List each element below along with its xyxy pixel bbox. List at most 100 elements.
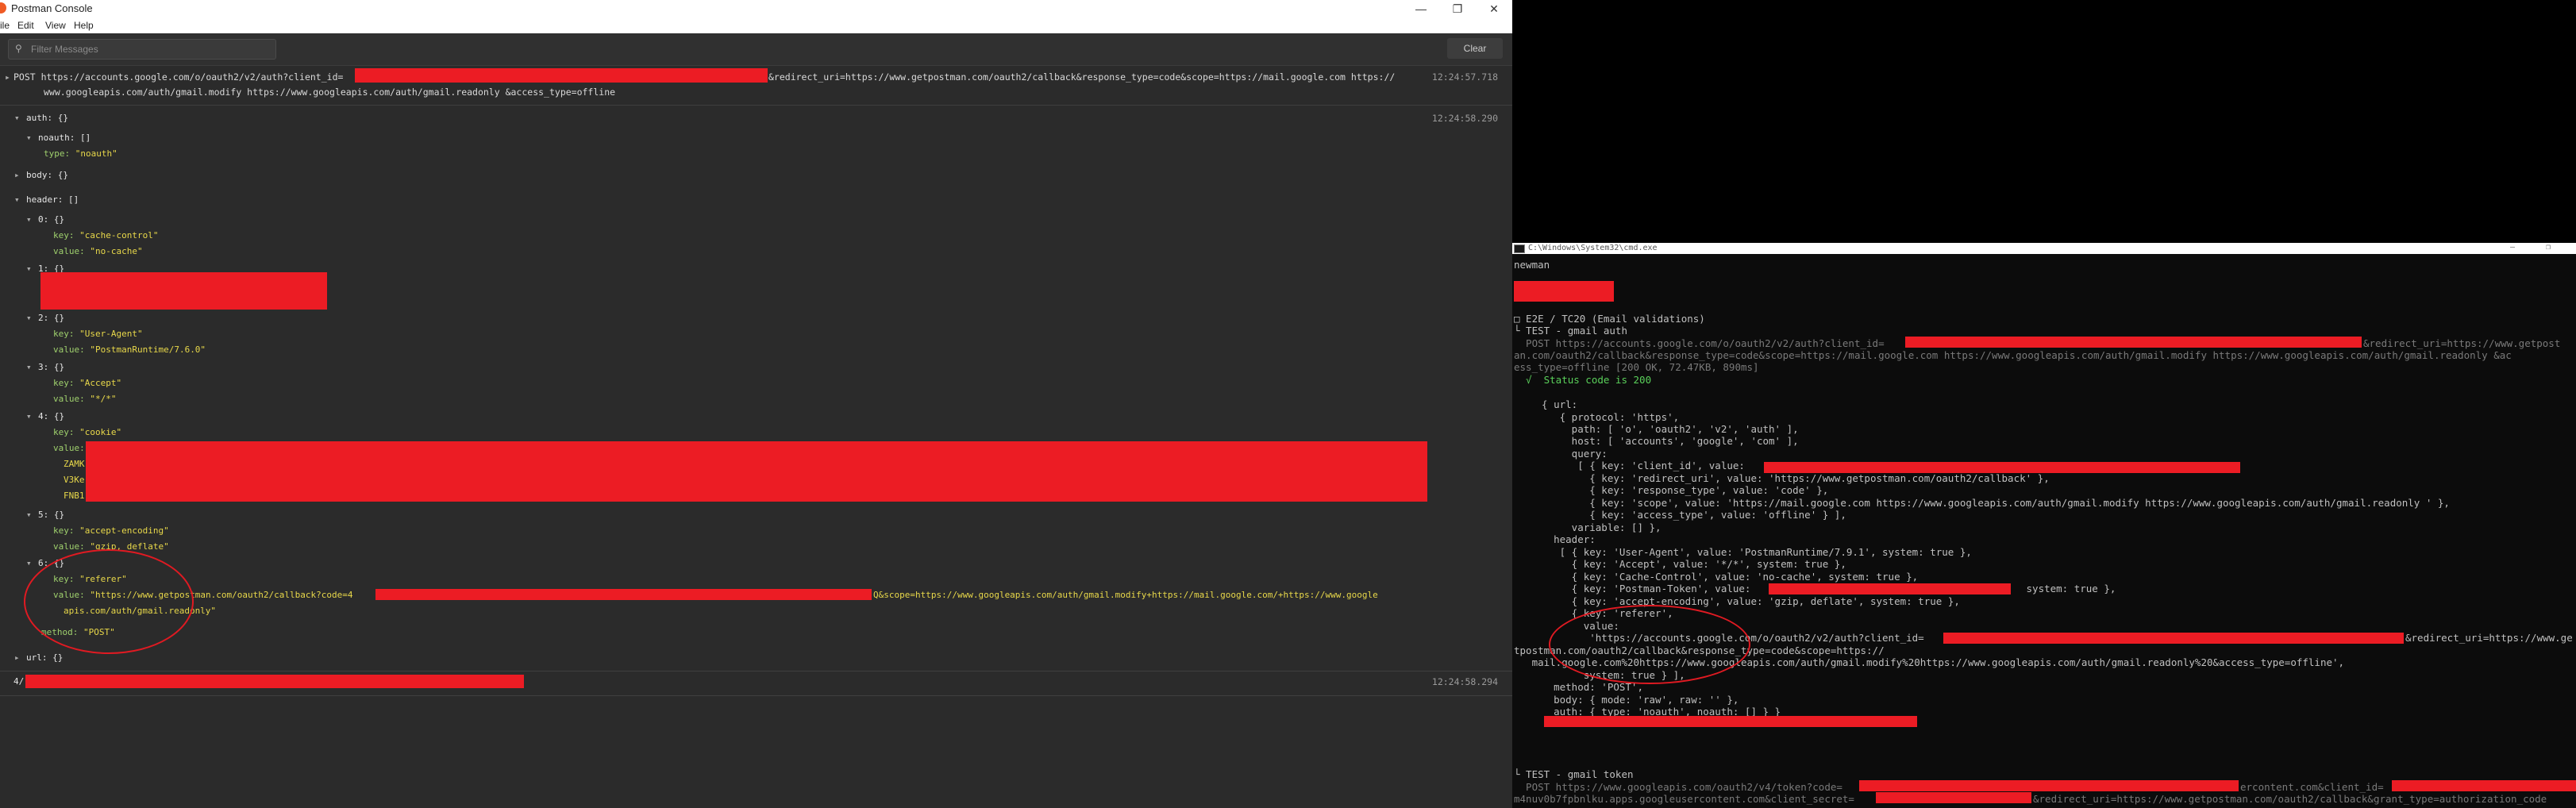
header-4-key: key: "cookie" (53, 427, 121, 437)
postman-console-window: Postman Console — ❐ ✕ ile Edit View Help… (0, 0, 1512, 808)
tree-header-0[interactable]: 0: {} (38, 214, 64, 225)
cmd-icon (1514, 244, 1525, 253)
value-label: value: (53, 344, 90, 355)
redacted-block (1859, 780, 2239, 791)
console-line: ercontent.com&client_id= (2240, 781, 2384, 793)
divider (0, 105, 1512, 106)
restore-button[interactable]: ❐ (1439, 0, 1476, 17)
value: "User-Agent" (79, 329, 143, 339)
console-line: { key: 'Cache-Control', value: 'no-cache… (1530, 571, 1919, 583)
console-line: POST https://accounts.google.com/o/oauth… (1514, 337, 1885, 349)
collapse-arrow-icon[interactable]: ▾ (14, 194, 20, 205)
tree-auth[interactable]: auth: {} (26, 113, 68, 123)
expand-arrow-icon[interactable]: ▸ (14, 652, 20, 663)
console-line: { protocol: 'https', (1530, 411, 1680, 423)
header-5-key: key: "accept-encoding" (53, 525, 169, 536)
cookie-fragment: FNB1 (64, 491, 85, 501)
log-entry-last[interactable]: 4/ (13, 676, 24, 687)
menu-view[interactable]: View (45, 20, 66, 31)
console-line: └ TEST - gmail auth (1514, 325, 1627, 337)
console-line: { key: 'redirect_uri', value: 'https://w… (1530, 472, 2050, 484)
key-label: key: (53, 427, 80, 437)
postman-logo-icon (0, 2, 6, 13)
value: "accept-encoding" (79, 525, 169, 536)
console-line: √ Status code is 200 (1514, 374, 1652, 386)
console-line: body: { mode: 'raw', raw: '' }, (1530, 694, 1739, 706)
close-button[interactable]: ✕ (1476, 0, 1512, 17)
request-line-1b: &redirect_uri=https://www.getpostman.com… (768, 71, 1396, 83)
menu-help[interactable]: Help (74, 20, 94, 31)
redacted-block (1876, 792, 2031, 803)
console-line: { key: 'response_type', value: 'code' }, (1530, 484, 1829, 496)
timestamp: 12:24:58.290 (1431, 113, 1498, 124)
tree-header-4[interactable]: 4: {} (38, 411, 64, 421)
console-line: [ { key: 'User-Agent', value: 'PostmanRu… (1530, 546, 1972, 558)
collapse-arrow-icon[interactable]: ▾ (26, 264, 32, 274)
cmd-window-title: C:\Windows\System32\cmd.exe (1528, 244, 1658, 252)
console-line: system: true }, (2020, 583, 2116, 594)
collapse-arrow-icon[interactable]: ▾ (26, 558, 32, 568)
filter-box: ⚲ (8, 39, 276, 60)
menu-edit[interactable]: Edit (17, 20, 34, 31)
cookie-fragment: ZAMK (64, 459, 85, 469)
console-line: m4nuv0b7fpbnlku.apps.googleusercontent.c… (1514, 793, 1854, 805)
expand-arrow-icon[interactable]: ▸ (14, 170, 20, 180)
collapse-arrow-icon[interactable]: ▾ (26, 411, 32, 421)
tree-header-2[interactable]: 2: {} (38, 313, 64, 323)
request-line-2: www.googleapis.com/auth/gmail.modify htt… (44, 87, 616, 98)
collapse-arrow-icon[interactable]: ▾ (26, 214, 32, 225)
collapse-arrow-icon[interactable]: ▾ (26, 133, 32, 143)
header-6-value-cont: Q&scope=https://www.googleapis.com/auth/… (873, 590, 1378, 600)
value: "noauth" (75, 148, 117, 159)
header-0-key: key: "cache-control" (53, 230, 158, 240)
menu-file[interactable]: ile (0, 20, 10, 31)
key-label: key: (53, 378, 80, 388)
value: "cookie" (79, 427, 122, 437)
expand-arrow-icon[interactable]: ▸ (5, 71, 10, 83)
header-2-value: value: "PostmanRuntime/7.6.0" (53, 344, 206, 355)
tree-header-5[interactable]: 5: {} (38, 510, 64, 520)
value-label: value: (53, 394, 90, 404)
collapse-arrow-icon[interactable]: ▾ (26, 362, 32, 372)
console-line: { key: 'Postman-Token', value: (1530, 583, 1757, 594)
console-line: newman (1514, 259, 1550, 271)
collapse-arrow-icon[interactable]: ▾ (14, 113, 20, 123)
tree-url[interactable]: url: {} (26, 652, 63, 663)
console-line: header: (1530, 533, 1596, 545)
console-toolbar: ⚲ Clear (0, 33, 1512, 66)
header-4-value-label: value: (53, 443, 85, 453)
console-line: { key: 'scope', value: 'https://mail.goo… (1530, 497, 2450, 509)
redacted-block (375, 589, 872, 600)
value: "*/*" (90, 394, 117, 404)
filter-input[interactable] (29, 41, 271, 57)
collapse-arrow-icon[interactable]: ▾ (26, 510, 32, 520)
clear-button[interactable]: Clear (1447, 38, 1503, 59)
redacted-block (86, 441, 1427, 502)
tree-body[interactable]: body: {} (26, 170, 68, 180)
key-label: key: (53, 230, 80, 240)
collapse-arrow-icon[interactable]: ▾ (26, 313, 32, 323)
minimize-button[interactable]: — (2497, 243, 2528, 254)
header-0-value: value: "no-cache" (53, 246, 143, 256)
console-line: POST https://www.googleapis.com/oauth2/v… (1514, 781, 1842, 793)
console-line: an.com/oauth2/callback&response_type=cod… (1514, 349, 2512, 361)
tree-header[interactable]: header: [] (26, 194, 79, 205)
cmd-title-bar: C:\Windows\System32\cmd.exe — ❐ (1512, 243, 2576, 254)
tree-header-3[interactable]: 3: {} (38, 362, 64, 372)
redacted-block (1764, 462, 2240, 473)
tree-noauth[interactable]: noauth: [] (38, 133, 90, 143)
minimize-button[interactable]: — (1403, 0, 1439, 17)
restore-button[interactable]: ❐ (2532, 243, 2564, 254)
console-line: { key: 'access_type', value: 'offline' }… (1530, 509, 1846, 521)
key-label: key: (53, 525, 80, 536)
value-label: value: (53, 541, 90, 552)
console-line: query: (1530, 448, 1608, 460)
console-line: { key: 'Accept', value: '*/*', system: t… (1530, 558, 1846, 570)
window-title: Postman Console (11, 2, 93, 14)
cmd-window: C:\Windows\System32\cmd.exe — ❐ newman □… (1512, 243, 2576, 808)
redacted-block (1943, 633, 2404, 644)
console-line: &redirect_uri=https://www.getpost (2363, 337, 2561, 349)
redacted-block (1905, 337, 2362, 348)
value: "no-cache" (90, 246, 143, 256)
timestamp: 12:24:57.718 (1431, 71, 1498, 83)
